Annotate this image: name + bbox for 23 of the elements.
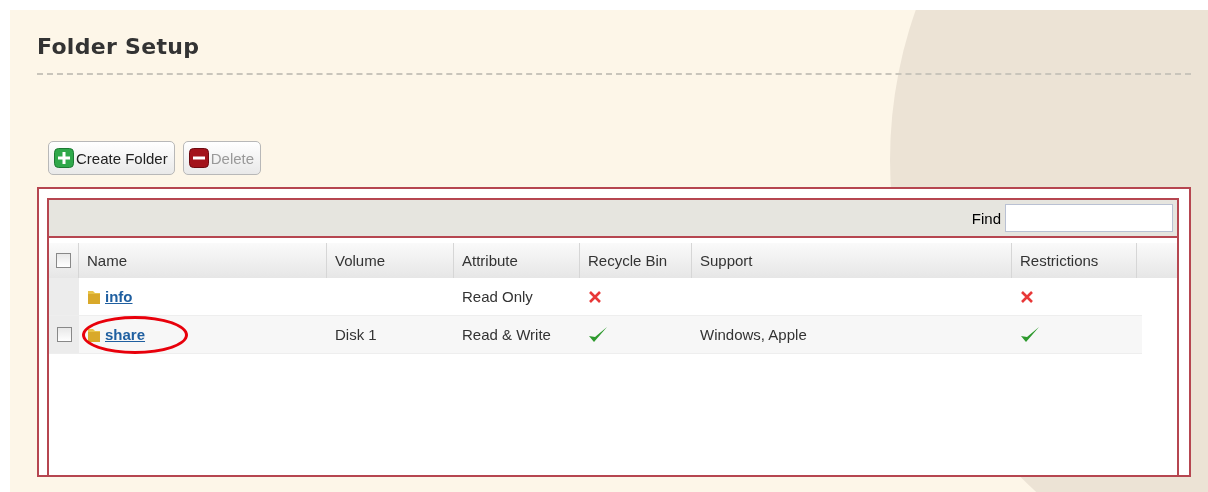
page-title: Folder Setup — [37, 34, 200, 59]
find-field[interactable] — [1005, 204, 1173, 232]
folder-link[interactable]: info — [105, 288, 133, 305]
column-header[interactable]: Volume — [327, 243, 454, 278]
folder-icon — [87, 288, 101, 305]
column-header[interactable]: Recycle Bin — [580, 243, 692, 278]
checkbox[interactable] — [56, 253, 71, 268]
attribute-text: Read & Write — [462, 326, 551, 343]
column-header[interactable]: Name — [79, 243, 327, 278]
column-header[interactable]: Attribute — [454, 243, 580, 278]
folder-link[interactable]: share — [105, 326, 146, 343]
find-label: Find — [971, 209, 1001, 227]
folder-icon — [87, 326, 101, 343]
column-header[interactable]: Support — [692, 243, 1012, 278]
table-row[interactable]: share Disk 1 Read & Write Windows, Apple — [49, 316, 1142, 354]
attribute-text: Read Only — [462, 288, 533, 305]
column-header[interactable]: Restrictions — [1012, 243, 1137, 278]
support-text: Windows, Apple — [700, 326, 807, 343]
create-folder-button[interactable]: Create Folder — [48, 141, 175, 175]
minus-icon — [188, 148, 209, 168]
checkbox[interactable] — [56, 327, 72, 342]
plus-icon — [54, 148, 74, 168]
volume-text: Disk 1 — [335, 326, 377, 343]
